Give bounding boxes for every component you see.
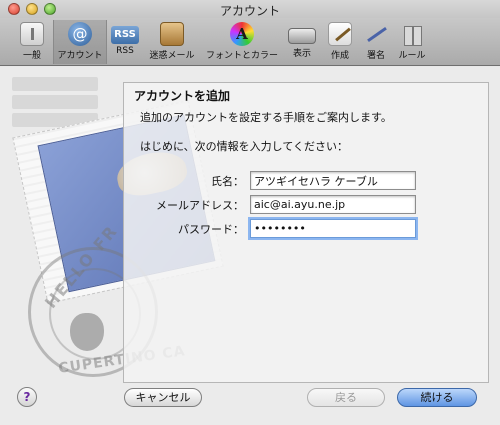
toolbar-composing[interactable]: 作成: [324, 20, 356, 64]
signature-icon: [364, 22, 388, 46]
at-icon: @: [68, 22, 92, 46]
rss-icon: RSS: [111, 26, 139, 44]
rules-icon: [400, 22, 424, 46]
toolbar-rules-label: ルール: [398, 51, 426, 61]
toolbar-junk-mail[interactable]: 迷惑メール: [144, 20, 200, 64]
back-button[interactable]: 戻る: [307, 388, 385, 407]
window-title: アカウント: [219, 4, 280, 18]
password-label: パスワード：: [178, 223, 244, 236]
toolbar-signatures-label: 署名: [366, 51, 385, 61]
add-account-panel: アカウントを追加 追加のアカウントを設定する手順をご案内します。 はじめに、次の…: [123, 82, 489, 383]
toolbar-composing-label: 作成: [330, 51, 349, 61]
toolbar-junk-mail-label: 迷惑メール: [149, 51, 195, 61]
toolbar-fonts-colors-label: フォントとカラー: [205, 51, 278, 61]
switch-icon: [20, 22, 44, 46]
toolbar-rss[interactable]: RSS RSS: [108, 20, 142, 64]
email-label: メールアドレス：: [156, 199, 244, 212]
name-label: 氏名：: [211, 175, 244, 188]
toolbar-signatures[interactable]: 署名: [360, 20, 392, 64]
intro-text: 追加のアカウントを設定する手順をご案内します。: [140, 111, 392, 124]
title-bar: アカウント: [0, 0, 500, 18]
apple-logo-icon: [70, 313, 104, 351]
toolbar-accounts-label: アカウント: [57, 51, 103, 61]
junk-mail-icon: [160, 22, 184, 46]
name-field[interactable]: [250, 171, 416, 190]
toolbar-general[interactable]: 一般: [14, 20, 50, 64]
panel-title: アカウントを追加: [134, 89, 231, 103]
help-button[interactable]: ?: [17, 387, 37, 407]
toolbar-viewing[interactable]: 表示: [286, 20, 318, 64]
preferences-toolbar: 一般 @ アカウント RSS RSS 迷惑メール A フォントとカラー 表示 作…: [0, 18, 500, 66]
toolbar-rules[interactable]: ルール: [394, 20, 430, 64]
email-field[interactable]: [250, 195, 416, 214]
prompt-text: はじめに、次の情報を入力してください：: [140, 140, 349, 153]
password-field[interactable]: [250, 219, 416, 238]
view-icon: [288, 28, 316, 44]
toolbar-rss-label: RSS: [116, 46, 134, 56]
cancel-button[interactable]: キャンセル: [124, 388, 202, 407]
compose-icon: [328, 22, 352, 46]
toolbar-general-label: 一般: [22, 51, 41, 61]
font-color-icon: A: [230, 22, 254, 46]
toolbar-viewing-label: 表示: [292, 49, 311, 59]
toolbar-fonts-colors[interactable]: A フォントとカラー: [202, 20, 282, 64]
toolbar-accounts[interactable]: @ アカウント: [53, 20, 107, 64]
content-area: HELLO FR CUPERTINO CA アカウントを追加 追加のアカウントを…: [0, 67, 500, 425]
continue-button[interactable]: 続ける: [397, 388, 477, 407]
preferences-window: アカウント 一般 @ アカウント RSS RSS 迷惑メール A フォントとカラ…: [0, 0, 500, 425]
